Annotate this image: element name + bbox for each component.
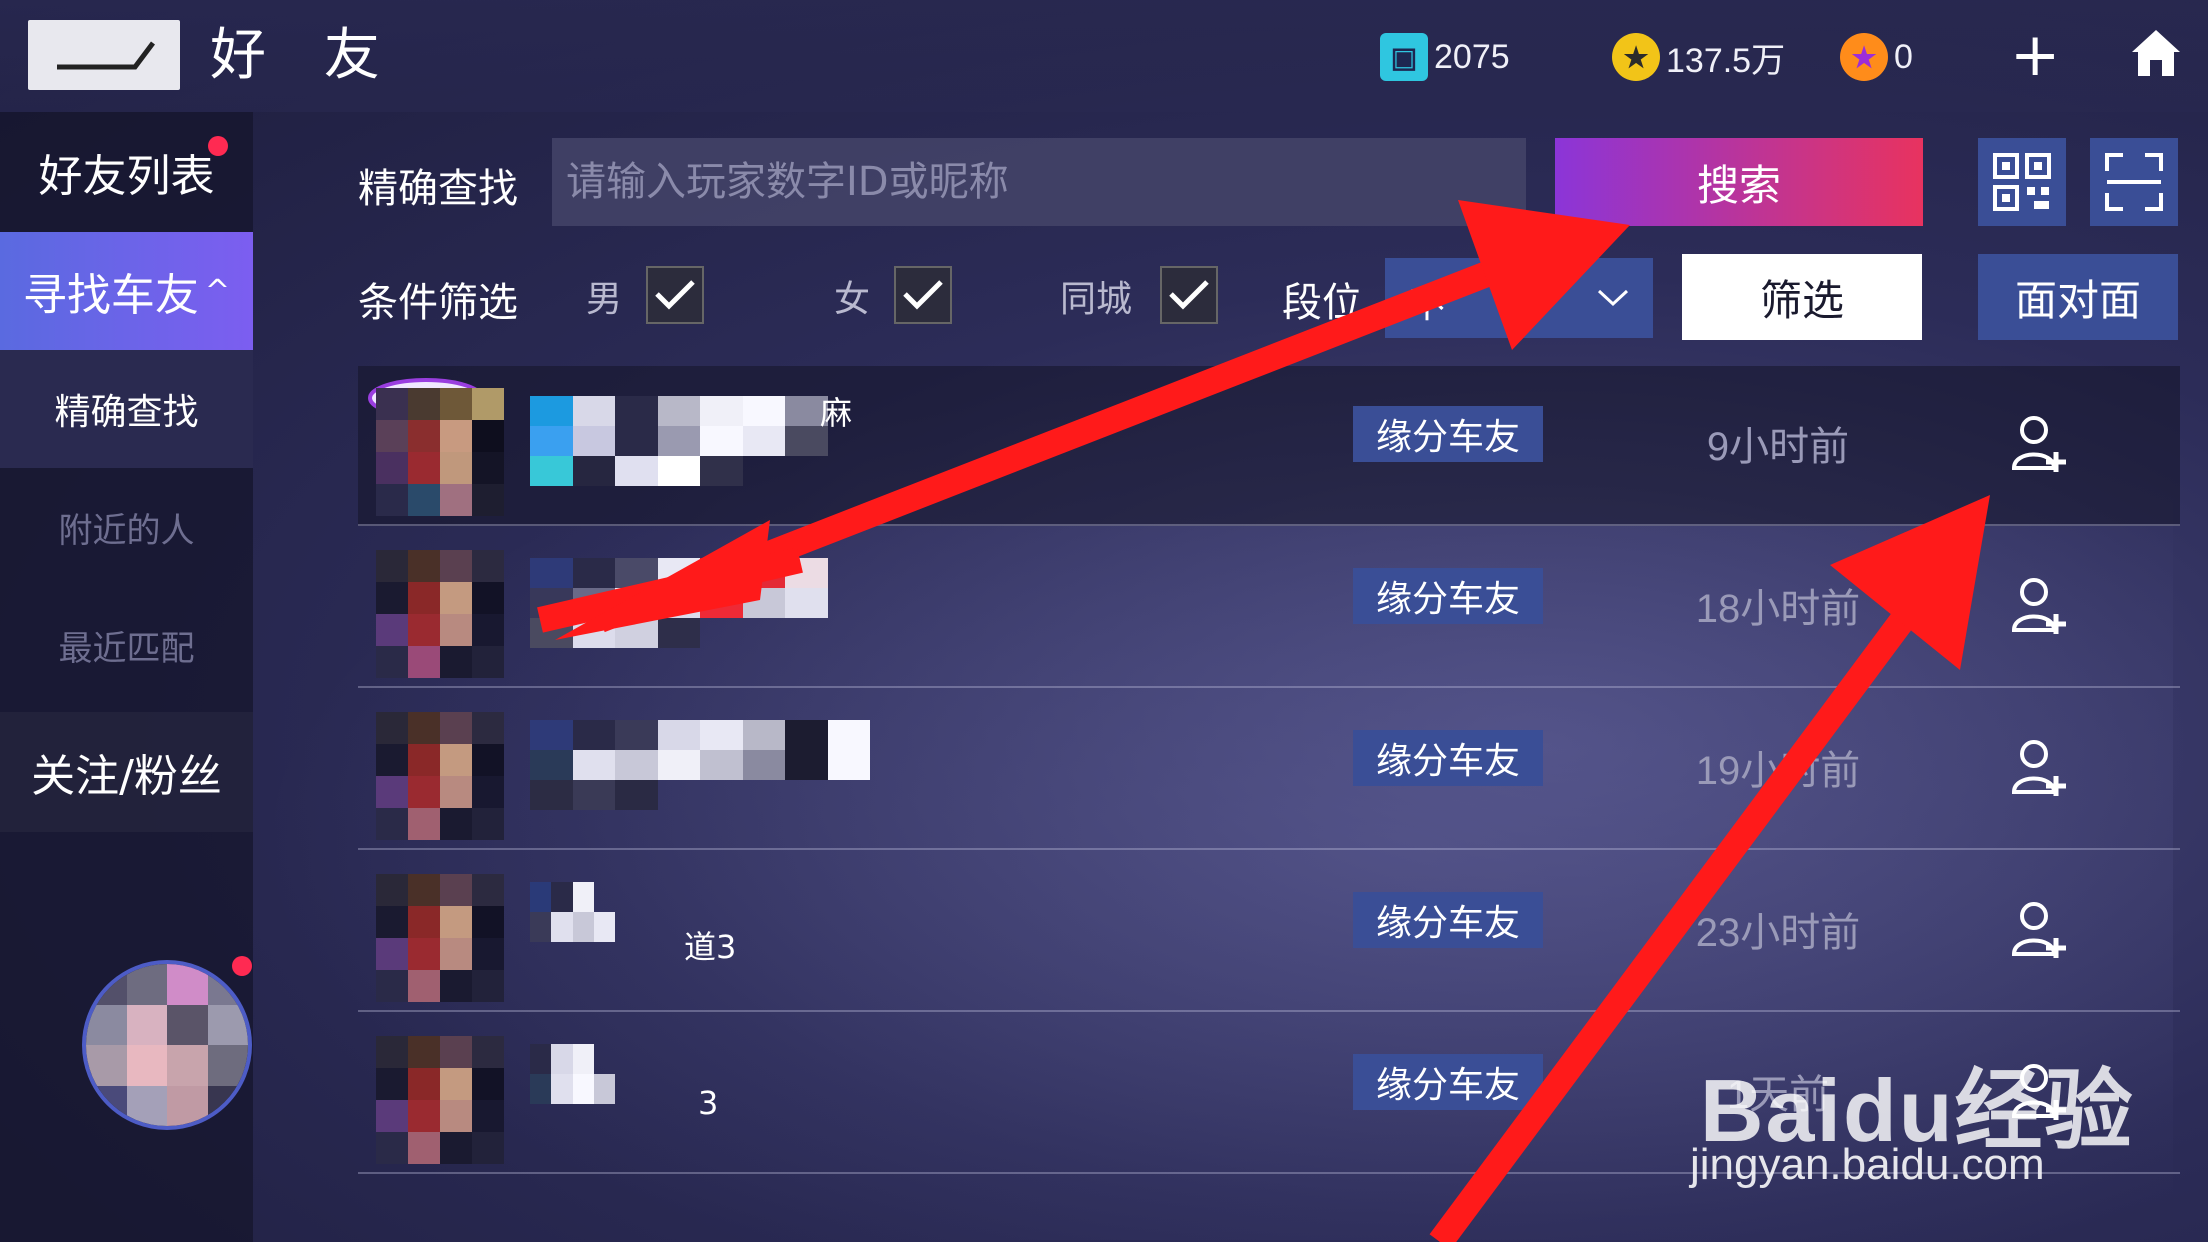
last-online-time: 23小时前: [1695, 911, 1861, 955]
exact-search-label: 精确查找: [358, 166, 518, 212]
sidebar-item-nearby[interactable]: 附近的人: [0, 468, 253, 586]
fate-friend-tag: 缘分车友: [1353, 1054, 1543, 1110]
sidebar-item-label: 好友列表: [38, 151, 215, 202]
player-name-tail: 道3: [684, 928, 737, 966]
female-checkbox[interactable]: [894, 266, 952, 324]
top-bar: 好 友 ▣ 2075 ★ 137.5万 ★ 0 +: [0, 0, 2208, 112]
face-to-face-button[interactable]: 面对面: [1978, 254, 2178, 340]
player-name-pixelated: [530, 396, 870, 486]
search-input[interactable]: [552, 138, 1526, 226]
avatar[interactable]: [376, 550, 504, 678]
filter-label: 条件筛选: [358, 280, 518, 326]
checkmark-icon: [903, 280, 943, 310]
sidebar-item-recent-match[interactable]: 最近匹配: [0, 586, 253, 704]
male-label: 男: [586, 279, 623, 320]
avatar[interactable]: [376, 874, 504, 1002]
sidebar-item-label: 附近的人: [58, 510, 195, 551]
list-item[interactable]: 缘分车友 18小时前: [358, 528, 2180, 688]
watermark-url: jingyan.baidu.com: [1690, 1140, 2045, 1189]
qr-code-button[interactable]: [1978, 138, 2066, 226]
male-checkbox[interactable]: [646, 266, 704, 324]
avatar[interactable]: [376, 712, 504, 840]
back-arrow-icon: [57, 41, 155, 70]
sidebar-item-label: 精确查找: [54, 392, 199, 433]
player-name-tail: 3: [698, 1084, 719, 1122]
fate-friend-tag: 缘分车友: [1353, 568, 1543, 624]
coin-value: 137.5万: [1666, 41, 1786, 80]
currency-ticket[interactable]: ▣ 2075: [1380, 30, 1510, 84]
qr-code-icon: [1993, 153, 2051, 211]
player-name-pixelated: [530, 558, 870, 648]
filter-button[interactable]: 筛选: [1682, 254, 1922, 340]
add-friend-icon[interactable]: [2008, 574, 2072, 638]
scan-icon: [2105, 153, 2163, 211]
add-friend-icon[interactable]: [2008, 898, 2072, 962]
list-item[interactable]: Truck 麻 缘分车友 9小时前: [358, 366, 2180, 526]
filter-button-label: 筛选: [1759, 275, 1844, 325]
search-button-label: 搜索: [1696, 160, 1781, 210]
female-label: 女: [834, 279, 871, 320]
notification-dot: [208, 136, 228, 156]
currency-gem[interactable]: ★ 0: [1840, 30, 1913, 84]
page-title: 好 友: [210, 23, 400, 88]
fate-friend-tag: 缘分车友: [1353, 406, 1543, 462]
tag-label: 缘分车友: [1375, 1065, 1520, 1106]
fate-friend-tag: 缘分车友: [1353, 892, 1543, 948]
fate-friend-tag: 缘分车友: [1353, 730, 1543, 786]
tag-label: 缘分车友: [1375, 417, 1520, 458]
add-friend-icon[interactable]: [2008, 736, 2072, 800]
sidebar-item-label: 最近匹配: [58, 628, 195, 669]
add-currency-button[interactable]: +: [2010, 22, 2060, 88]
profile-avatar[interactable]: [82, 960, 252, 1130]
checkmark-icon: [1169, 280, 1209, 310]
star-gem-icon: ★: [1840, 33, 1888, 81]
last-online-time: 18小时前: [1695, 587, 1861, 631]
checkmark-icon: [655, 280, 695, 310]
sidebar-item-label: 寻找车友: [22, 270, 199, 321]
last-online-time: 9小时前: [1706, 425, 1850, 469]
ticket-icon: ▣: [1380, 33, 1428, 81]
sidebar-item-find-friends[interactable]: 寻找车友 ^: [0, 232, 253, 350]
add-friend-icon[interactable]: [2008, 412, 2072, 476]
tag-label: 缘分车友: [1375, 741, 1520, 782]
rank-select[interactable]: 不: [1385, 258, 1653, 338]
player-name-pixelated: [530, 882, 700, 972]
same-city-checkbox[interactable]: [1160, 266, 1218, 324]
currency-coin[interactable]: ★ 137.5万: [1612, 30, 1785, 84]
rank-label: 段位: [1282, 280, 1362, 326]
list-item[interactable]: 道3 缘分车友 23小时前: [358, 852, 2180, 1012]
tag-label: 缘分车友: [1375, 903, 1520, 944]
list-item[interactable]: 缘分车友 19小时前: [358, 690, 2180, 850]
player-name-pixelated: [530, 1044, 700, 1134]
home-icon[interactable]: [2128, 24, 2184, 80]
rank-value: 不: [1409, 285, 1446, 326]
player-name-tail: 麻: [820, 394, 853, 432]
last-online-time: 19小时前: [1695, 749, 1861, 793]
scan-button[interactable]: [2090, 138, 2178, 226]
avatar[interactable]: [376, 1036, 504, 1164]
chevron-down-icon: [1597, 289, 1629, 307]
chevron-up-icon: ^: [204, 273, 231, 309]
back-button[interactable]: [28, 20, 180, 90]
search-button[interactable]: 搜索: [1555, 138, 1923, 226]
ticket-value: 2075: [1434, 37, 1510, 76]
same-city-label: 同城: [1060, 279, 1133, 320]
notification-dot: [232, 956, 252, 976]
avatar[interactable]: [376, 388, 504, 516]
coin-icon: ★: [1612, 33, 1660, 81]
tag-label: 缘分车友: [1375, 579, 1520, 620]
face-button-label: 面对面: [2014, 275, 2141, 325]
sidebar-item-label: 关注/粉丝: [31, 751, 222, 802]
player-name-pixelated: [530, 720, 870, 810]
sidebar-item-exact-search[interactable]: 精确查找: [0, 350, 253, 468]
sidebar-item-follow-fans[interactable]: 关注/粉丝: [0, 712, 253, 832]
gem-value: 0: [1894, 37, 1913, 76]
